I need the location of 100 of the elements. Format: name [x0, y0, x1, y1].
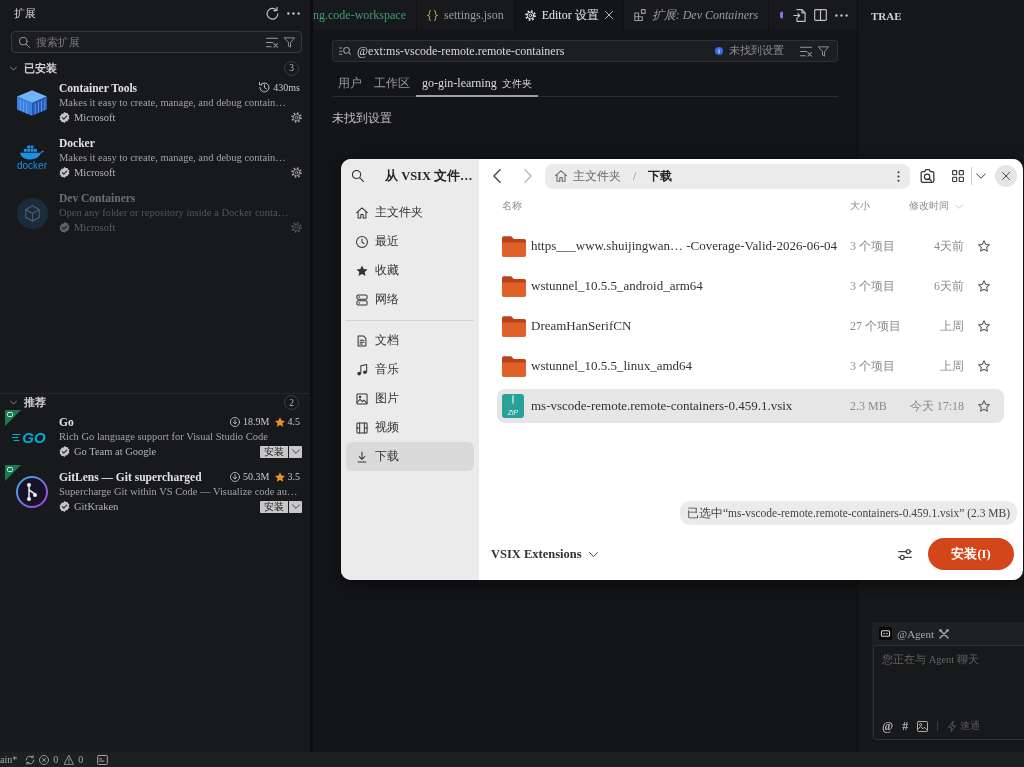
editor-tab[interactable]: Editor 设置 [514, 0, 624, 30]
file-modified: 6天前 [934, 277, 964, 295]
sync-icon[interactable] [25, 754, 36, 765]
branch-name[interactable]: ain* [0, 754, 18, 765]
agent-icon [879, 627, 892, 640]
place-item[interactable]: 音乐 [346, 355, 474, 384]
file-row[interactable]: DreamHanSerifCN 27 个项目 上周 [497, 309, 1004, 343]
chevron-icon[interactable] [10, 64, 17, 72]
editor-tab[interactable]: settings.json [416, 0, 515, 30]
clear-filter-icon[interactable] [800, 45, 812, 57]
filter-icon[interactable] [284, 36, 295, 48]
close-icon[interactable] [604, 11, 613, 19]
star-icon[interactable] [978, 240, 990, 252]
more-icon[interactable] [287, 11, 300, 15]
folder-icon [502, 235, 526, 257]
dropdown-button[interactable] [289, 500, 302, 513]
camera-icon[interactable] [920, 169, 935, 183]
chevron-down-icon[interactable] [976, 173, 986, 179]
dropdown-button[interactable] [289, 445, 302, 458]
filter-icon[interactable] [818, 45, 829, 57]
scope-tab[interactable]: 工作区 [368, 72, 416, 97]
star-icon[interactable] [978, 400, 990, 412]
star-icon [274, 416, 285, 427]
agent-label[interactable]: @Agent [897, 627, 934, 640]
gear-icon [524, 9, 536, 21]
settings-search-field[interactable]: @ext:ms-vscode-remote.remote-containers 未找到设置 [332, 40, 838, 62]
star-icon[interactable] [978, 360, 990, 372]
path-crumb[interactable]: 下载 [648, 167, 673, 185]
network-drive-icon [356, 293, 368, 306]
place-item[interactable]: 主文件夹 [346, 198, 474, 227]
file-row[interactable]: https___www.shuijingwan… -Coverage-Valid-2026-06-04 3 个项目 4天前 [497, 229, 1004, 263]
scope-tab[interactable]: 用户 [332, 72, 368, 97]
panel-icon[interactable] [97, 754, 109, 765]
extension-name[interactable]: Docker [59, 136, 95, 149]
more-icon[interactable] [835, 13, 848, 17]
column-header[interactable]: 大小 [850, 199, 870, 213]
search-input[interactable]: 搜索扩展 [36, 36, 260, 48]
column-header[interactable]: 修改时间 [909, 199, 949, 213]
place-item[interactable]: 网络 [346, 285, 474, 314]
refresh-icon[interactable] [266, 6, 279, 20]
install-button[interactable]: 安装 [260, 445, 288, 458]
place-item[interactable]: 文档 [346, 326, 474, 355]
section-title[interactable]: 推荐 [24, 395, 46, 410]
path-crumb[interactable]: 主文件夹 [573, 167, 621, 185]
close-button[interactable] [995, 165, 1017, 187]
home-icon [555, 170, 567, 182]
install-button[interactable]: 安装(I) [928, 538, 1014, 570]
publisher-name: Microsoft [74, 167, 116, 178]
editor-tab[interactable]: ng.code-workspace [313, 0, 417, 30]
place-item[interactable]: 最近 [346, 227, 474, 256]
place-item[interactable]: 收藏 [346, 256, 474, 285]
history-icon [259, 82, 271, 93]
caret-icon [291, 504, 300, 509]
image-icon[interactable] [917, 720, 929, 732]
download-count: 18.9M [243, 416, 270, 427]
more-icon[interactable] [897, 170, 900, 182]
install-button[interactable]: 安装 [260, 500, 288, 513]
docker-logo: docker [17, 145, 47, 171]
editor-tab[interactable]: 扩展: Dev Containers [623, 0, 770, 30]
back-icon[interactable] [493, 169, 501, 183]
extension-description: Rich Go language support for Visual Studio Code [59, 430, 269, 444]
open-file-icon[interactable] [793, 8, 806, 22]
folder-icon [502, 275, 526, 297]
place-item[interactable]: 下载 [346, 442, 474, 471]
path-bar[interactable]: 主文件夹 / 下载 [545, 163, 910, 189]
place-item[interactable]: 图片 [346, 384, 474, 413]
column-header[interactable]: 名称 [502, 199, 522, 213]
extension-name[interactable]: GitLens — Git supercharged [59, 470, 202, 483]
split-editor-icon[interactable] [814, 9, 827, 21]
settings-search-input[interactable]: @ext:ms-vscode-remote.remote-containers [357, 43, 709, 59]
grid-view-icon[interactable] [952, 170, 964, 182]
caret-icon [291, 449, 300, 454]
file-row[interactable]: wstunnel_10.5.5_android_arm64 3 个项目 6天前 [497, 269, 1004, 303]
chat-input[interactable]: 您正在与 Agent 聊天 [882, 653, 1016, 719]
download-icon [230, 471, 241, 482]
gear-icon[interactable] [291, 167, 302, 178]
chat-action-button[interactable]: @ [882, 719, 894, 733]
scope-tab[interactable]: go-gin-learning 文件夹 [416, 72, 538, 97]
error-count[interactable]: 0 [53, 754, 59, 765]
star-icon[interactable] [978, 320, 990, 332]
verified-icon [59, 446, 70, 457]
file-row[interactable]: wstunnel_10.5.5_linux_amd64 3 个项目 上周 [497, 349, 1004, 383]
sliders-icon[interactable] [898, 548, 912, 560]
chevron-icon[interactable] [10, 399, 17, 406]
warning-count[interactable]: 0 [78, 754, 84, 765]
film-icon [356, 421, 368, 434]
file-modified: 上周 [940, 357, 964, 375]
section-title[interactable]: 已安装 [24, 60, 57, 76]
chat-action-button[interactable]: # [902, 719, 909, 733]
rating: 3.5 [287, 471, 300, 482]
file-size: 3 个项目 [850, 237, 896, 255]
extension-name[interactable]: Container Tools [59, 81, 138, 94]
gear-icon[interactable] [291, 112, 302, 123]
place-item[interactable]: 视频 [346, 413, 474, 442]
star-icon[interactable] [978, 280, 990, 292]
extension-name[interactable]: Go [59, 415, 74, 428]
search-field[interactable]: 搜索扩展 [11, 31, 302, 53]
clear-filter-icon[interactable] [266, 36, 278, 48]
search-icon[interactable] [352, 170, 364, 182]
file-type-dropdown[interactable]: VSIX Extensions [491, 546, 598, 562]
